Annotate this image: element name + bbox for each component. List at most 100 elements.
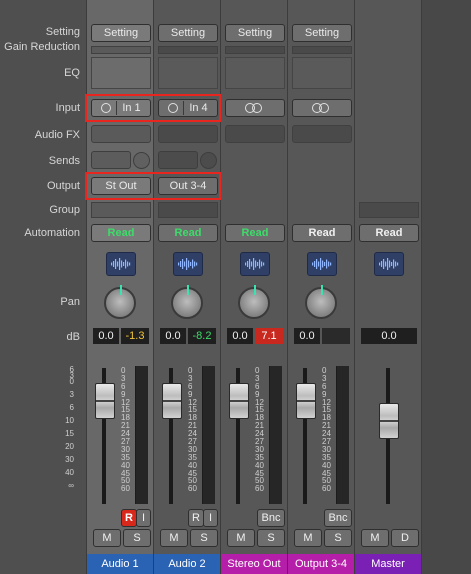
track-name[interactable]: Stereo Out: [221, 554, 287, 574]
peak-db-display[interactable]: 7.1: [255, 328, 283, 344]
volume-fader[interactable]: [229, 383, 249, 419]
eq-display[interactable]: [292, 57, 352, 89]
mute-button[interactable]: M: [160, 529, 188, 547]
volume-fader[interactable]: [296, 383, 316, 419]
mute-button[interactable]: M: [227, 529, 255, 547]
mute-button[interactable]: M: [93, 529, 121, 547]
channel-strip-audio-1[interactable]: Setting In 1 St Out Read 0.0 -1.3 0 3 6 9 12…: [86, 0, 153, 574]
record-enable-button[interactable]: R: [188, 509, 204, 527]
eq-display[interactable]: [225, 57, 285, 89]
balance-knob[interactable]: [305, 285, 337, 319]
level-meter-scale: 0 3 6 9 12 15 18 21 24 27 30 35 40 45 50 60: [255, 366, 267, 494]
volume-db-display[interactable]: 0.0: [227, 328, 253, 344]
volume-fader[interactable]: [95, 383, 115, 419]
input-slot[interactable]: [225, 99, 285, 117]
mute-button[interactable]: M: [294, 529, 322, 547]
meter-scale-tick: 40: [322, 460, 331, 470]
peak-db-display[interactable]: -1.3: [121, 328, 149, 344]
record-enable-button[interactable]: R: [121, 509, 137, 527]
audio-fx-slot[interactable]: [292, 125, 352, 143]
audio-fx-row-label: Audio FX: [34, 129, 80, 141]
group-slot[interactable]: [158, 202, 218, 218]
solo-button[interactable]: S: [190, 529, 218, 547]
volume-db-display[interactable]: 0.0: [93, 328, 119, 344]
pan-knob[interactable]: [171, 285, 203, 319]
channel-strip-stereo-out[interactable]: Setting Read 0.0 7.1 0 3 6 9 12 15 18 21 24 27 30 3…: [220, 0, 287, 574]
mixer-window: Setting Gain Reduction EQ Input Audio FX…: [0, 0, 471, 574]
send-slot[interactable]: [91, 151, 131, 169]
audio-fx-slot[interactable]: [225, 125, 285, 143]
audio-fx-slot[interactable]: [91, 125, 151, 143]
meter-scale-tick: 18: [255, 413, 264, 423]
bounce-button[interactable]: Bnc: [324, 509, 352, 527]
track-name[interactable]: Output 3-4: [288, 554, 354, 574]
volume-db-display[interactable]: 0.0: [361, 328, 417, 344]
input-slot[interactable]: In 1: [91, 99, 151, 117]
input-slot[interactable]: In 4: [158, 99, 218, 117]
setting-button[interactable]: Setting: [225, 24, 285, 42]
meter-scale-tick: 50: [255, 476, 264, 486]
input-monitor-button[interactable]: I: [203, 509, 218, 527]
automation-mode-button[interactable]: Read: [158, 224, 218, 242]
setting-button[interactable]: Setting: [91, 24, 151, 42]
audio-fx-slot[interactable]: [158, 125, 218, 143]
meter-scale-tick: 60: [188, 484, 197, 494]
group-slot[interactable]: [91, 202, 151, 218]
solo-button[interactable]: S: [123, 529, 151, 547]
volume-fader[interactable]: [162, 383, 182, 419]
volume-db-display[interactable]: 0.0: [294, 328, 320, 344]
automation-mode-button[interactable]: Read: [359, 224, 419, 242]
group-slot[interactable]: [359, 202, 419, 218]
level-meter: [135, 366, 148, 504]
waveform-icon[interactable]: [374, 252, 404, 276]
meter-scale-tick: 0: [121, 366, 126, 375]
waveform-icon[interactable]: [307, 252, 337, 276]
meter-scale-tick: 9: [255, 389, 260, 399]
meter-scale-tick: 60: [255, 484, 264, 494]
waveform-icon[interactable]: [106, 252, 136, 276]
gain-reduction-meter: [158, 46, 218, 54]
dim-button[interactable]: D: [391, 529, 419, 547]
meter-scale-tick: 45: [322, 468, 331, 478]
input-monitor-button[interactable]: I: [136, 509, 151, 527]
solo-button[interactable]: S: [257, 529, 285, 547]
setting-button[interactable]: Setting: [292, 24, 352, 42]
send-slot[interactable]: [158, 151, 198, 169]
meter-scale-tick: 0: [322, 366, 327, 375]
channel-strip-master[interactable]: Read 0.0 M D Master: [354, 0, 421, 574]
channel-strip-output-3-4[interactable]: Setting Read 0.0 0 3 6 9 12 15 18 21 24 27 30 35 40 4…: [287, 0, 354, 574]
automation-mode-button[interactable]: Read: [225, 224, 285, 242]
level-meter: [269, 366, 282, 504]
track-name[interactable]: Audio 2: [154, 554, 220, 574]
input-slot[interactable]: [292, 99, 352, 117]
setting-button[interactable]: Setting: [158, 24, 218, 42]
bounce-button[interactable]: Bnc: [257, 509, 285, 527]
eq-display[interactable]: [91, 57, 151, 89]
waveform-icon[interactable]: [240, 252, 270, 276]
send-level-knob[interactable]: [200, 152, 217, 169]
input-divider: [183, 101, 185, 115]
solo-button[interactable]: S: [324, 529, 352, 547]
balance-knob[interactable]: [238, 285, 270, 319]
output-slot[interactable]: Out 3-4: [158, 177, 218, 195]
meter-scale-tick: 0: [188, 366, 193, 375]
mute-button[interactable]: M: [361, 529, 389, 547]
peak-db-display[interactable]: [322, 328, 350, 344]
volume-fader[interactable]: [379, 403, 399, 439]
meter-scale-tick: 12: [188, 397, 197, 407]
meter-scale-tick: 60: [322, 484, 331, 494]
track-name[interactable]: Master: [355, 554, 421, 574]
waveform-icon[interactable]: [173, 252, 203, 276]
channel-strip-audio-2[interactable]: Setting In 4 Out 3-4 Read 0.0 -8.2 03691…: [153, 0, 220, 574]
peak-db-display[interactable]: -8.2: [188, 328, 216, 344]
send-level-knob[interactable]: [133, 152, 150, 169]
automation-mode-button[interactable]: Read: [292, 224, 352, 242]
eq-display[interactable]: [158, 57, 218, 89]
output-slot[interactable]: St Out: [91, 177, 151, 195]
track-name[interactable]: Audio 1: [87, 554, 153, 574]
automation-mode-button[interactable]: Read: [91, 224, 151, 242]
pan-knob[interactable]: [104, 285, 136, 319]
volume-db-display[interactable]: 0.0: [160, 328, 186, 344]
eq-row-label: EQ: [64, 67, 80, 79]
meter-scale-tick: 24: [121, 429, 130, 439]
